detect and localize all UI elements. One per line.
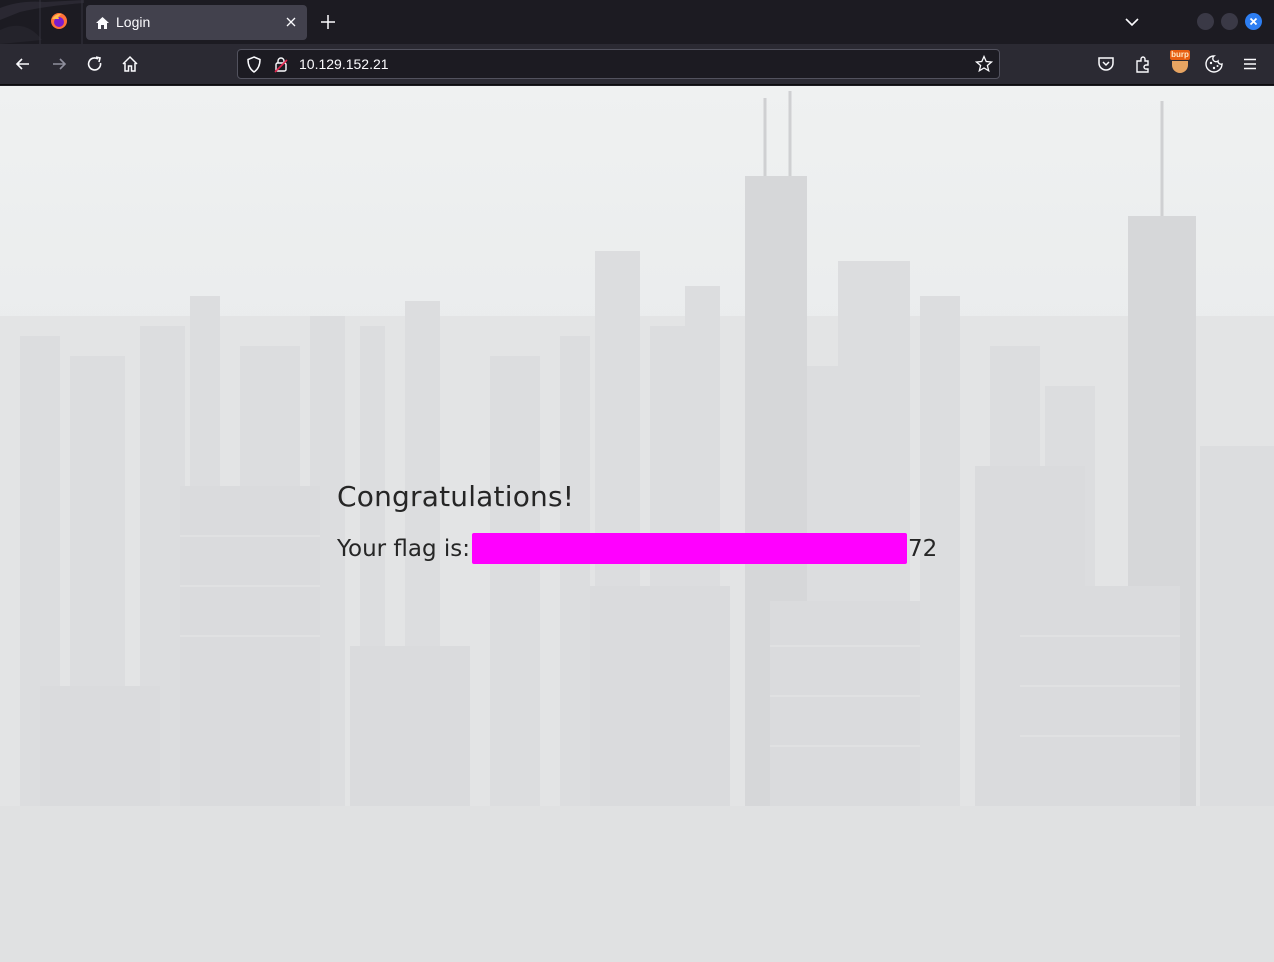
close-icon[interactable]: [283, 14, 299, 30]
burp-label: burp: [1170, 50, 1190, 60]
congratulations-message: Congratulations! Your flag is: 72: [337, 480, 937, 564]
plus-icon[interactable]: [317, 11, 339, 33]
url-text[interactable]: 10.129.152.21: [299, 56, 389, 72]
flag-redaction: [472, 533, 908, 564]
navigation-toolbar: 10.129.152.21 burp: [0, 44, 1274, 85]
reload-icon[interactable]: [85, 54, 105, 74]
arrow-right-icon[interactable]: [49, 54, 69, 74]
minimize-button[interactable]: [1197, 13, 1214, 30]
home-icon: [95, 15, 110, 29]
tab-strip: Login: [0, 0, 1274, 44]
tab-strip-decoration: [0, 0, 84, 44]
close-icon: [1249, 17, 1258, 26]
home-icon[interactable]: [120, 54, 140, 74]
maximize-button[interactable]: [1221, 13, 1238, 30]
tab-title: Login: [116, 14, 151, 30]
flag-line: Your flag is: 72: [337, 533, 937, 564]
tab-login[interactable]: Login: [86, 5, 307, 40]
shield-icon[interactable]: [246, 56, 262, 73]
firefox-logo-icon[interactable]: [50, 12, 68, 30]
window-close-button[interactable]: [1245, 13, 1262, 30]
cookie-icon[interactable]: [1204, 54, 1224, 74]
burp-face: [1172, 61, 1188, 73]
page-viewport: Congratulations! Your flag is: 72: [0, 86, 1274, 962]
hamburger-menu-icon[interactable]: [1240, 54, 1260, 74]
address-bar[interactable]: 10.129.152.21: [237, 49, 1000, 79]
page-heading: Congratulations!: [337, 480, 575, 513]
flag-suffix: 72: [908, 535, 938, 562]
extensions-icon[interactable]: [1133, 54, 1153, 74]
chevron-down-icon[interactable]: [1122, 12, 1142, 32]
pocket-icon[interactable]: [1096, 54, 1116, 74]
arrow-left-icon[interactable]: [13, 54, 33, 74]
star-icon[interactable]: [974, 54, 994, 73]
burp-icon[interactable]: burp: [1170, 50, 1190, 74]
lock-icon[interactable]: [274, 56, 288, 73]
flag-label: Your flag is:: [337, 535, 471, 562]
